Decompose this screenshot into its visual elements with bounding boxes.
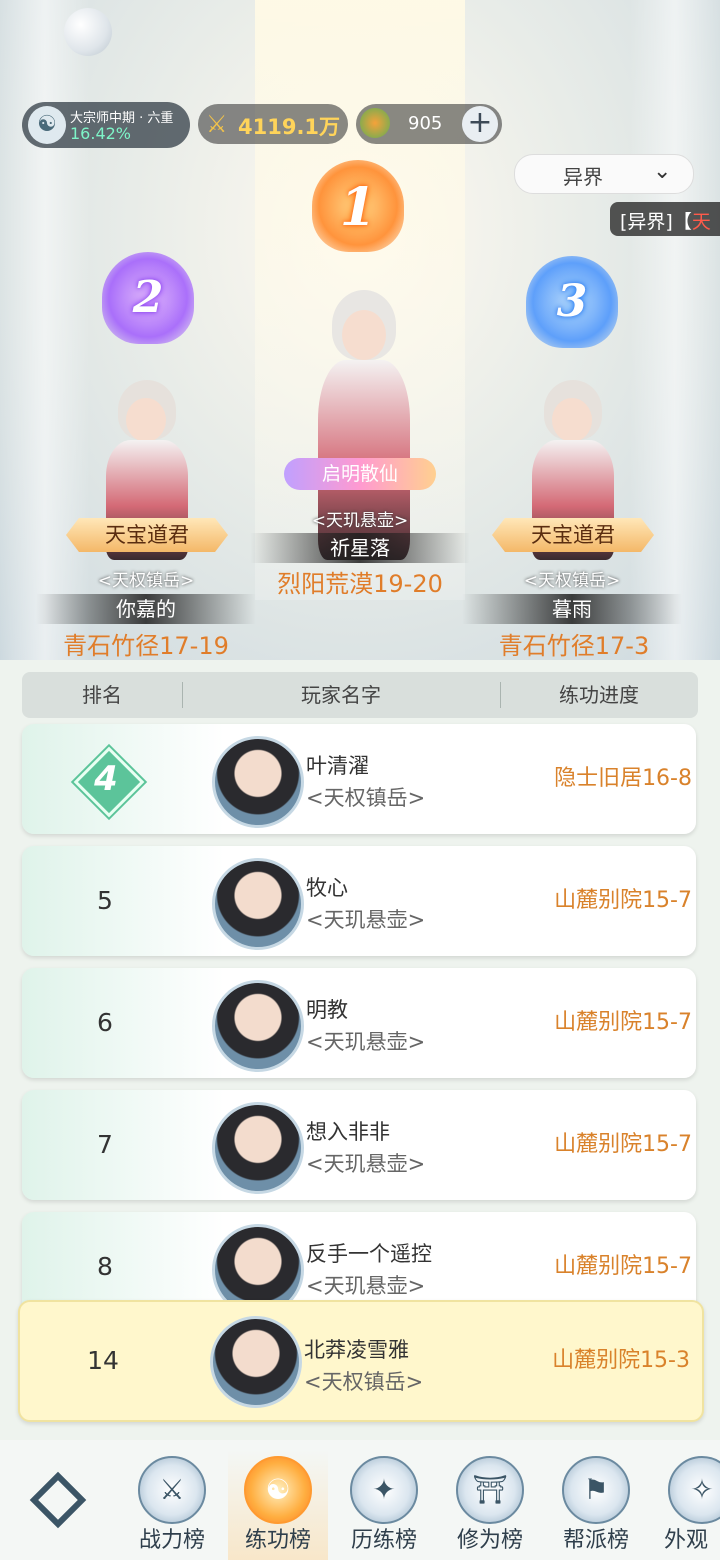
combat-power-box: ⚔ 4119.1万 (198, 104, 348, 144)
pillar-left (0, 0, 90, 660)
cultivation-rank-box[interactable]: ☯ 大宗师中期 · 六重 16.42% (22, 102, 190, 148)
player-name: 明教 (306, 998, 348, 1022)
avatar[interactable] (212, 858, 304, 950)
my-rank-row[interactable]: 14 北莽凌雪雅 <天权镇岳> 山麓别院15-3 (18, 1300, 704, 1422)
avatar[interactable] (212, 1102, 304, 1194)
rank-2-progress: 青石竹径17-19 (63, 632, 229, 660)
notice-text: [异界]【天 (620, 211, 711, 233)
my-avatar[interactable] (210, 1316, 302, 1408)
floating-orb (64, 8, 112, 56)
my-player-sect: <天权镇岳> (304, 1370, 424, 1394)
rank-3-progress: 青石竹径17-3 (498, 632, 650, 660)
player-progress: 山麓别院15-7 (554, 1010, 692, 1035)
player-sect: <天权镇岳> (306, 786, 426, 810)
tab-cultivation[interactable]: ⛩ 修为榜 (440, 1450, 540, 1560)
player-progress: 山麓别院15-7 (554, 1132, 692, 1157)
rank-1-title-plaque: 启明散仙 (284, 458, 436, 490)
chevron-down-icon: ⌄ (653, 159, 672, 184)
tab-experience[interactable]: ✦ 历练榜 (334, 1450, 434, 1560)
rank-3-title-plaque: 天宝道君 (492, 518, 654, 552)
table-row[interactable]: 4 叶清濯 <天权镇岳> 隐士旧居16-8 (22, 724, 696, 834)
rank-1-badge: 1 (339, 177, 377, 238)
rank-number: 6 (97, 1008, 113, 1037)
tab-label: 外观 (663, 1528, 708, 1553)
rank-1-player-name: 祈星落 (250, 533, 470, 563)
player-progress: 山麓别院15-7 (554, 888, 692, 913)
avatar[interactable] (212, 736, 304, 828)
currency-box: 905 + (356, 104, 502, 144)
tab-combat-power[interactable]: ⚔ 战力榜 (122, 1450, 222, 1560)
bottom-navigation: ⚔ 战力榜 ☯ 练功榜 ✦ 历练榜 ⛩ 修为榜 ⚑ 帮派榜 ✧ 外观 (0, 1440, 720, 1560)
crossed-swords-icon: ⚔ (206, 110, 228, 138)
table-row[interactable]: 6 明教 <天玑悬壶> 山麓别院15-7 (22, 968, 696, 1078)
player-name: 想入非非 (306, 1120, 390, 1144)
cultivation-rank-percent: 16.42% (70, 124, 132, 143)
compass-star-icon: ✦ (350, 1456, 418, 1524)
table-row[interactable]: 7 想入非非 <天玑悬壶> 山麓别院15-7 (22, 1090, 696, 1200)
banner-icon: ⚑ (562, 1456, 630, 1524)
rank-number: 4 (94, 759, 118, 799)
combat-power-value: 4119.1万 (238, 115, 341, 139)
cultivator-avatar-icon: ☯ (28, 106, 66, 144)
rank-2-sect: <天权镇岳> (97, 571, 195, 591)
tab-appearance[interactable]: ✧ 外观 (652, 1450, 720, 1560)
player-sect: <天玑悬壶> (306, 1030, 426, 1054)
rank-3-player-name: 暮雨 (462, 594, 682, 624)
currency-value: 905 (408, 113, 443, 134)
player-sect: <天玑悬壶> (306, 1152, 426, 1176)
tab-label: 战力榜 (138, 1528, 205, 1553)
rank-number: 7 (97, 1130, 113, 1159)
tab-label: 帮派榜 (562, 1528, 629, 1553)
rank-4-badge: 4 (73, 746, 145, 818)
player-name: 牧心 (306, 876, 348, 900)
rank-3-badge: 3 (556, 276, 588, 327)
my-player-progress: 山麓别院15-3 (552, 1348, 690, 1373)
player-name: 叶清濯 (306, 754, 369, 778)
costume-icon: ✧ (668, 1456, 720, 1524)
rank-2-player-name: 你嘉的 (36, 594, 256, 624)
add-currency-button[interactable]: + (462, 106, 498, 142)
currency-icon (360, 108, 390, 138)
player-sect: <天玑悬壶> (306, 908, 426, 932)
my-player-name: 北莽凌雪雅 (304, 1338, 409, 1362)
tab-guild[interactable]: ⚑ 帮派榜 (546, 1450, 646, 1560)
rank-1-sect: <天玑悬壶> (311, 511, 409, 531)
tab-training[interactable]: ☯ 练功榜 (228, 1450, 328, 1560)
swords-icon: ⚔ (138, 1456, 206, 1524)
rank-1-progress: 烈阳荒漠19-20 (277, 570, 443, 598)
server-select-dropdown[interactable]: 异界 ⌄ (514, 154, 694, 194)
header-rank: 排名 (82, 683, 122, 707)
rank-2-badge: 2 (132, 272, 164, 323)
player-progress: 隐士旧居16-8 (554, 766, 692, 791)
rank-number: 5 (97, 886, 113, 915)
player-name: 反手一个遥控 (306, 1242, 432, 1266)
scrolling-notice[interactable]: [异界]【天 (610, 202, 720, 236)
header-progress: 练功进度 (559, 683, 639, 707)
ranking-menu-icon[interactable] (24, 1466, 94, 1536)
header-player-name: 玩家名字 (301, 683, 381, 707)
ranking-table-header: 排名 玩家名字 练功进度 (22, 672, 698, 718)
avatar[interactable] (212, 980, 304, 1072)
server-select-label: 异界 (563, 165, 603, 189)
tab-label: 历练榜 (350, 1528, 417, 1553)
yin-yang-icon: ☯ (244, 1456, 312, 1524)
my-rank-number: 14 (87, 1346, 119, 1375)
tab-label: 练功榜 (244, 1528, 311, 1553)
rank-3-sect: <天权镇岳> (523, 571, 621, 591)
tab-label: 修为榜 (456, 1528, 523, 1553)
table-row[interactable]: 5 牧心 <天玑悬壶> 山麓别院15-7 (22, 846, 696, 956)
rank-2-title-plaque: 天宝道君 (66, 518, 228, 552)
player-sect: <天玑悬壶> (306, 1274, 426, 1298)
pillar-right (630, 0, 720, 660)
hat-icon: ⛩ (456, 1456, 524, 1524)
